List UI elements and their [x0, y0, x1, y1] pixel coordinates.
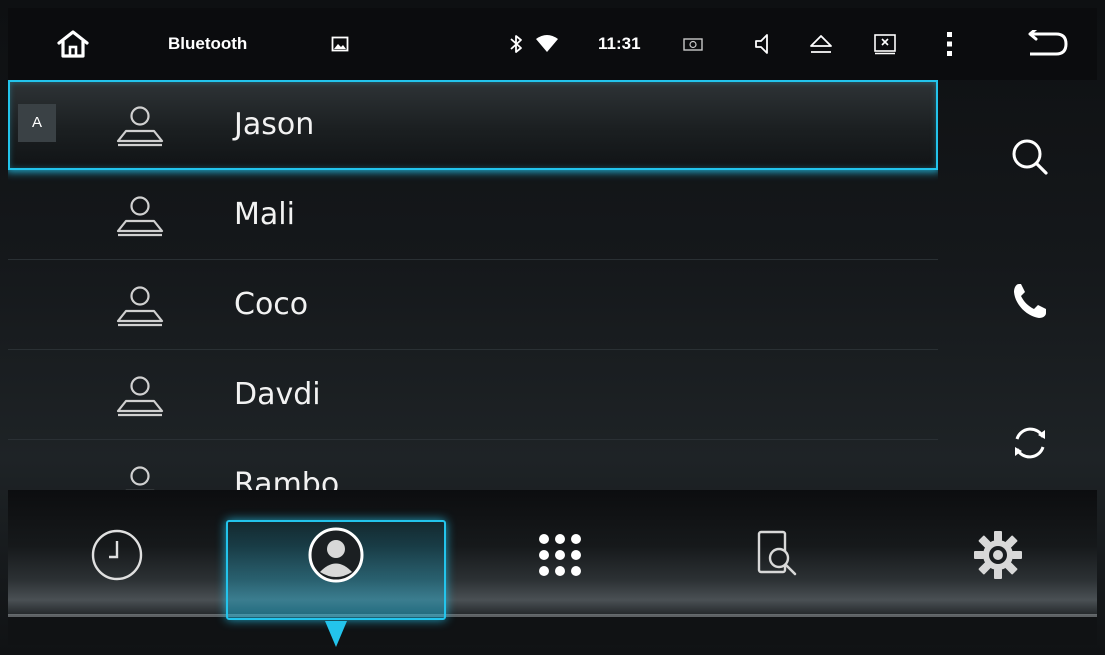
contact-name: Mali — [234, 197, 295, 232]
tab-contacts[interactable] — [276, 520, 396, 590]
home-icon — [57, 30, 89, 58]
app-title: Bluetooth — [168, 34, 248, 53]
image-icon — [326, 8, 354, 80]
tab-recent-calls[interactable] — [57, 520, 177, 590]
contact-avatar-icon — [116, 376, 164, 417]
back-icon — [1028, 30, 1068, 56]
tab-dialpad[interactable] — [500, 520, 620, 590]
tab-bar-base — [8, 617, 1097, 645]
sync-icon — [1015, 427, 1045, 459]
bluetooth-icon — [504, 8, 528, 80]
tab-device-search[interactable] — [718, 520, 838, 590]
contact-avatar-icon — [116, 286, 164, 327]
wifi-icon — [532, 8, 562, 80]
contacts-icon — [308, 527, 364, 583]
sync-button[interactable] — [975, 398, 1085, 488]
contact-list[interactable]: A Jason Mali Coco Davdi Rambo — [8, 80, 938, 490]
contact-row-coco[interactable]: Coco — [8, 260, 938, 350]
tab-settings[interactable] — [938, 520, 1058, 590]
bluetooth-screen: Bluetooth 11:31 A Jason Mali Coco Davdi … — [0, 0, 1105, 655]
back-button[interactable] — [1018, 8, 1078, 80]
close-window-button[interactable] — [868, 8, 902, 80]
home-button[interactable] — [46, 8, 100, 80]
eject-button[interactable] — [804, 8, 838, 80]
contact-row-davdi[interactable]: Davdi — [8, 350, 938, 440]
dialpad-icon — [539, 534, 581, 576]
contact-avatar-icon — [116, 106, 164, 147]
volume-icon — [755, 34, 768, 54]
contact-name: Rambo — [234, 467, 340, 490]
contact-avatar-icon — [116, 196, 164, 237]
contact-row-jason[interactable]: A Jason — [8, 80, 938, 170]
clock-time: 11:31 — [598, 34, 641, 53]
volume-button[interactable] — [748, 8, 778, 80]
contact-name: Davdi — [234, 377, 321, 412]
contact-avatar-icon — [125, 466, 155, 490]
more-vert-icon — [947, 32, 952, 56]
contact-row-mali[interactable]: Mali — [8, 170, 938, 260]
close-window-icon — [874, 34, 896, 55]
status-bar: Bluetooth 11:31 — [8, 8, 1097, 80]
active-tab-pointer — [325, 621, 347, 647]
search-device-icon — [757, 530, 797, 576]
contact-name: Coco — [234, 287, 309, 322]
recent-calls-icon — [91, 529, 143, 581]
call-button[interactable] — [975, 256, 1085, 346]
bottom-tab-bar — [0, 490, 1105, 655]
more-options-button[interactable] — [938, 8, 962, 80]
contact-row-rambo[interactable]: Rambo — [8, 440, 938, 490]
phone-icon — [1014, 284, 1046, 318]
contact-name: Jason — [234, 107, 315, 142]
camera-icon — [678, 8, 708, 80]
settings-icon — [974, 531, 1022, 579]
search-button[interactable] — [975, 112, 1085, 202]
section-letter-tag: A — [18, 104, 56, 142]
eject-icon — [810, 35, 832, 53]
search-icon — [1012, 139, 1048, 175]
